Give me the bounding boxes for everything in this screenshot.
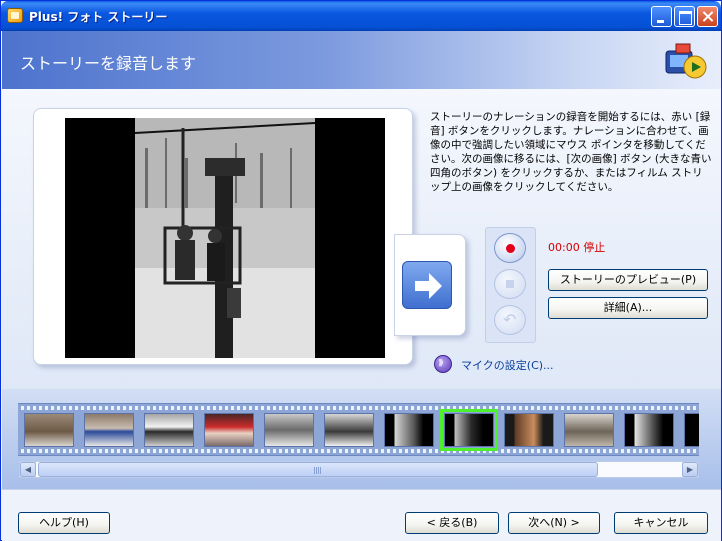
- next-image-button-frame: [394, 234, 466, 336]
- close-button[interactable]: [697, 6, 718, 27]
- filmstrip-thumbnail[interactable]: [24, 413, 74, 447]
- next-button[interactable]: 次へ(N) >: [508, 512, 600, 534]
- photo-story-app-icon: [7, 8, 23, 23]
- help-button[interactable]: ヘルプ(H): [18, 512, 110, 534]
- image-preview-frame: [33, 108, 413, 365]
- ski-lift-photo: [65, 118, 385, 358]
- instructions-text: ストーリーのナレーションの録音を開始するには、赤い [録音] ボタンをクリックし…: [430, 111, 712, 193]
- film-sprockets-bottom: [18, 449, 699, 453]
- filmstrip-thumbnail[interactable]: [324, 413, 374, 447]
- filmstrip[interactable]: [18, 403, 699, 456]
- undo-icon[interactable]: [494, 305, 526, 335]
- filmstrip-scrollbar[interactable]: ◀ ▶: [19, 461, 699, 478]
- recording-controls: [485, 227, 536, 343]
- filmstrip-thumbnail[interactable]: [144, 413, 194, 447]
- page-title: ストーリーを録音します: [20, 54, 197, 73]
- filmstrip-thumbnail-selected[interactable]: [440, 409, 498, 451]
- scrollbar-grip: [314, 467, 322, 474]
- scroll-right-icon[interactable]: ▶: [682, 462, 698, 477]
- wizard-footer: ヘルプ(H) < 戻る(B) 次へ(N) > キャンセル: [2, 489, 721, 541]
- right-arrow-glyph: [415, 273, 442, 299]
- filmstrip-thumbnail[interactable]: [384, 413, 434, 447]
- microphone-icon: [434, 355, 452, 373]
- scroll-left-icon[interactable]: ◀: [20, 462, 36, 477]
- filmstrip-thumbnail[interactable]: [564, 413, 614, 447]
- title-bar[interactable]: Plus! フォト ストーリー: [1, 1, 721, 31]
- mic-settings-label: マイクの設定(C)...: [461, 359, 554, 372]
- stop-icon[interactable]: [494, 269, 526, 299]
- wizard-header: ストーリーを録音します: [2, 31, 721, 89]
- cancel-button[interactable]: キャンセル: [614, 512, 708, 534]
- filmstrip-thumbnail[interactable]: [504, 413, 554, 447]
- maximize-button[interactable]: [674, 6, 695, 27]
- current-photo[interactable]: [65, 118, 385, 358]
- minimize-button[interactable]: [651, 6, 672, 27]
- film-sprockets-top: [18, 406, 699, 410]
- scrollbar-thumb[interactable]: [38, 462, 598, 477]
- photo-story-logo-icon: [665, 43, 707, 79]
- details-button[interactable]: 詳細(A)...: [548, 297, 708, 319]
- filmstrip-area: ◀ ▶: [2, 389, 721, 489]
- record-icon[interactable]: [494, 233, 526, 263]
- preview-story-button[interactable]: ストーリーのプレビュー(P): [548, 269, 708, 291]
- filmstrip-thumbnail[interactable]: [624, 413, 674, 447]
- filmstrip-thumbnail[interactable]: [684, 413, 699, 447]
- filmstrip-thumbnail[interactable]: [264, 413, 314, 447]
- filmstrip-thumbnail[interactable]: [84, 413, 134, 447]
- back-button[interactable]: < 戻る(B): [405, 512, 499, 534]
- photo-story-window: Plus! フォト ストーリー ストーリーを録音します ↶ ストーリーのナレーシ…: [0, 0, 722, 541]
- filmstrip-thumbnail[interactable]: [204, 413, 254, 447]
- right-arrow-icon[interactable]: [402, 261, 452, 309]
- window-title: Plus! フォト ストーリー: [29, 10, 168, 24]
- recording-status: 00:00 停止: [548, 241, 606, 254]
